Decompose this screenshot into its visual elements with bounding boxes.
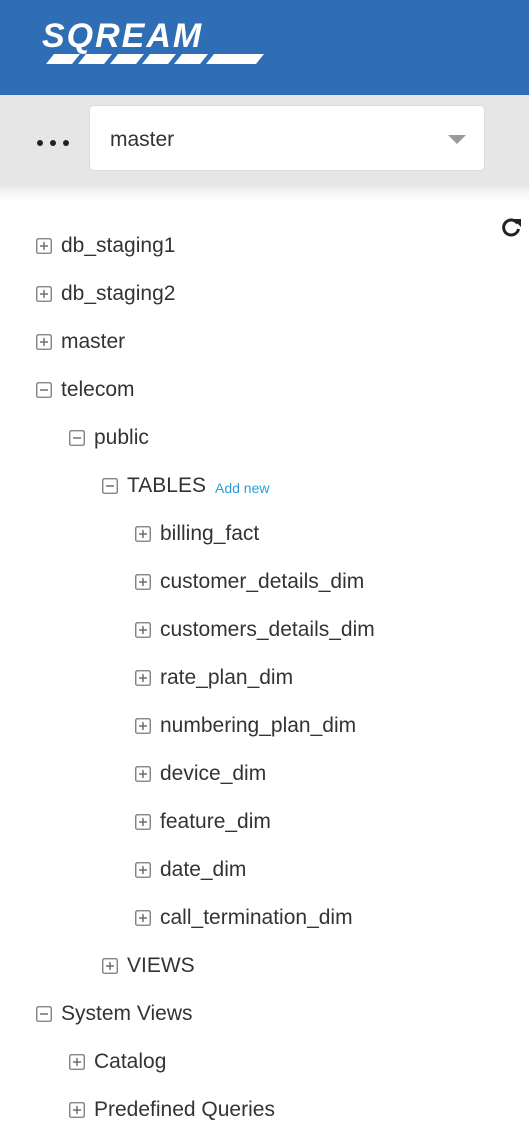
tree-node[interactable]: db_staging2	[36, 270, 175, 318]
toolbar: master	[0, 95, 529, 201]
expand-icon[interactable]	[135, 622, 151, 638]
app-header: SQREAM	[0, 0, 529, 95]
tree-node-label: System Views	[61, 1002, 193, 1025]
expand-icon[interactable]	[69, 1102, 85, 1118]
expand-icon[interactable]	[135, 718, 151, 734]
expand-icon[interactable]	[36, 334, 52, 350]
tree-node[interactable]: rate_plan_dim	[135, 654, 293, 702]
logo-text: SQREAM	[42, 17, 203, 55]
tree-node-label: feature_dim	[160, 810, 271, 833]
tree-node[interactable]: Predefined Queries	[69, 1086, 275, 1134]
collapse-icon[interactable]	[102, 478, 118, 494]
tree-node[interactable]: numbering_plan_dim	[135, 702, 356, 750]
tree-node-label: master	[61, 330, 126, 353]
expand-icon[interactable]	[135, 766, 151, 782]
expand-icon[interactable]	[135, 526, 151, 542]
expand-icon[interactable]	[36, 286, 52, 302]
sqream-logo: SQREAM	[42, 17, 264, 64]
tree-node[interactable]: feature_dim	[135, 798, 271, 846]
tree-node[interactable]: device_dim	[135, 750, 266, 798]
tree-node[interactable]: customers_details_dim	[135, 606, 375, 654]
tree-node[interactable]: billing_fact	[135, 510, 259, 558]
tree-node-label: TABLES	[127, 474, 206, 497]
tree-node[interactable]: date_dim	[135, 846, 246, 894]
expand-icon[interactable]	[135, 814, 151, 830]
refresh-icon[interactable]	[500, 216, 522, 238]
expand-icon[interactable]	[36, 238, 52, 254]
tree-node[interactable]: System Views	[36, 990, 193, 1038]
chevron-down-icon	[448, 135, 466, 144]
tree-node[interactable]: telecom	[36, 366, 135, 414]
tree-node-label: db_staging2	[61, 282, 176, 305]
tree-node-label: device_dim	[160, 762, 267, 785]
tree-node[interactable]: db_staging1	[36, 222, 175, 270]
collapse-icon[interactable]	[36, 1006, 52, 1022]
tree-node-label: date_dim	[160, 858, 247, 881]
tree-node[interactable]: VIEWS	[102, 942, 195, 990]
tree-node-label: Catalog	[94, 1050, 167, 1073]
ellipsis-icon[interactable]	[36, 132, 70, 152]
database-select[interactable]: master	[89, 105, 485, 171]
tree-node-label: db_staging1	[61, 234, 176, 257]
tree-node-label: rate_plan_dim	[160, 666, 294, 689]
expand-icon[interactable]	[135, 670, 151, 686]
tree-node-label: VIEWS	[127, 954, 195, 977]
tree-node-label: customer_details_dim	[160, 570, 365, 593]
add-new-table-link[interactable]: Add new	[215, 480, 269, 496]
collapse-icon[interactable]	[36, 382, 52, 398]
tree-node-label: telecom	[61, 378, 135, 401]
expand-icon[interactable]	[135, 862, 151, 878]
database-select-value: master	[110, 128, 175, 151]
expand-icon[interactable]	[135, 910, 151, 926]
tree-node-label: public	[94, 426, 149, 449]
expand-icon[interactable]	[69, 1054, 85, 1070]
tree-node[interactable]: call_termination_dim	[135, 894, 353, 942]
collapse-icon[interactable]	[69, 430, 85, 446]
tree-node[interactable]: Catalog	[69, 1038, 166, 1086]
expand-icon[interactable]	[135, 574, 151, 590]
tree-node-label: call_termination_dim	[160, 906, 353, 929]
tree-node[interactable]: TABLES Add new	[102, 462, 269, 510]
tree-node-label: billing_fact	[160, 522, 260, 545]
tree-node[interactable]: customer_details_dim	[135, 558, 364, 606]
tree-node[interactable]: master	[36, 318, 125, 366]
tree-node[interactable]: public	[69, 414, 149, 462]
tree-node-label: customers_details_dim	[160, 618, 375, 641]
expand-icon[interactable]	[102, 958, 118, 974]
tree-node-label: Predefined Queries	[94, 1098, 275, 1121]
tree-node-label: numbering_plan_dim	[160, 714, 357, 737]
